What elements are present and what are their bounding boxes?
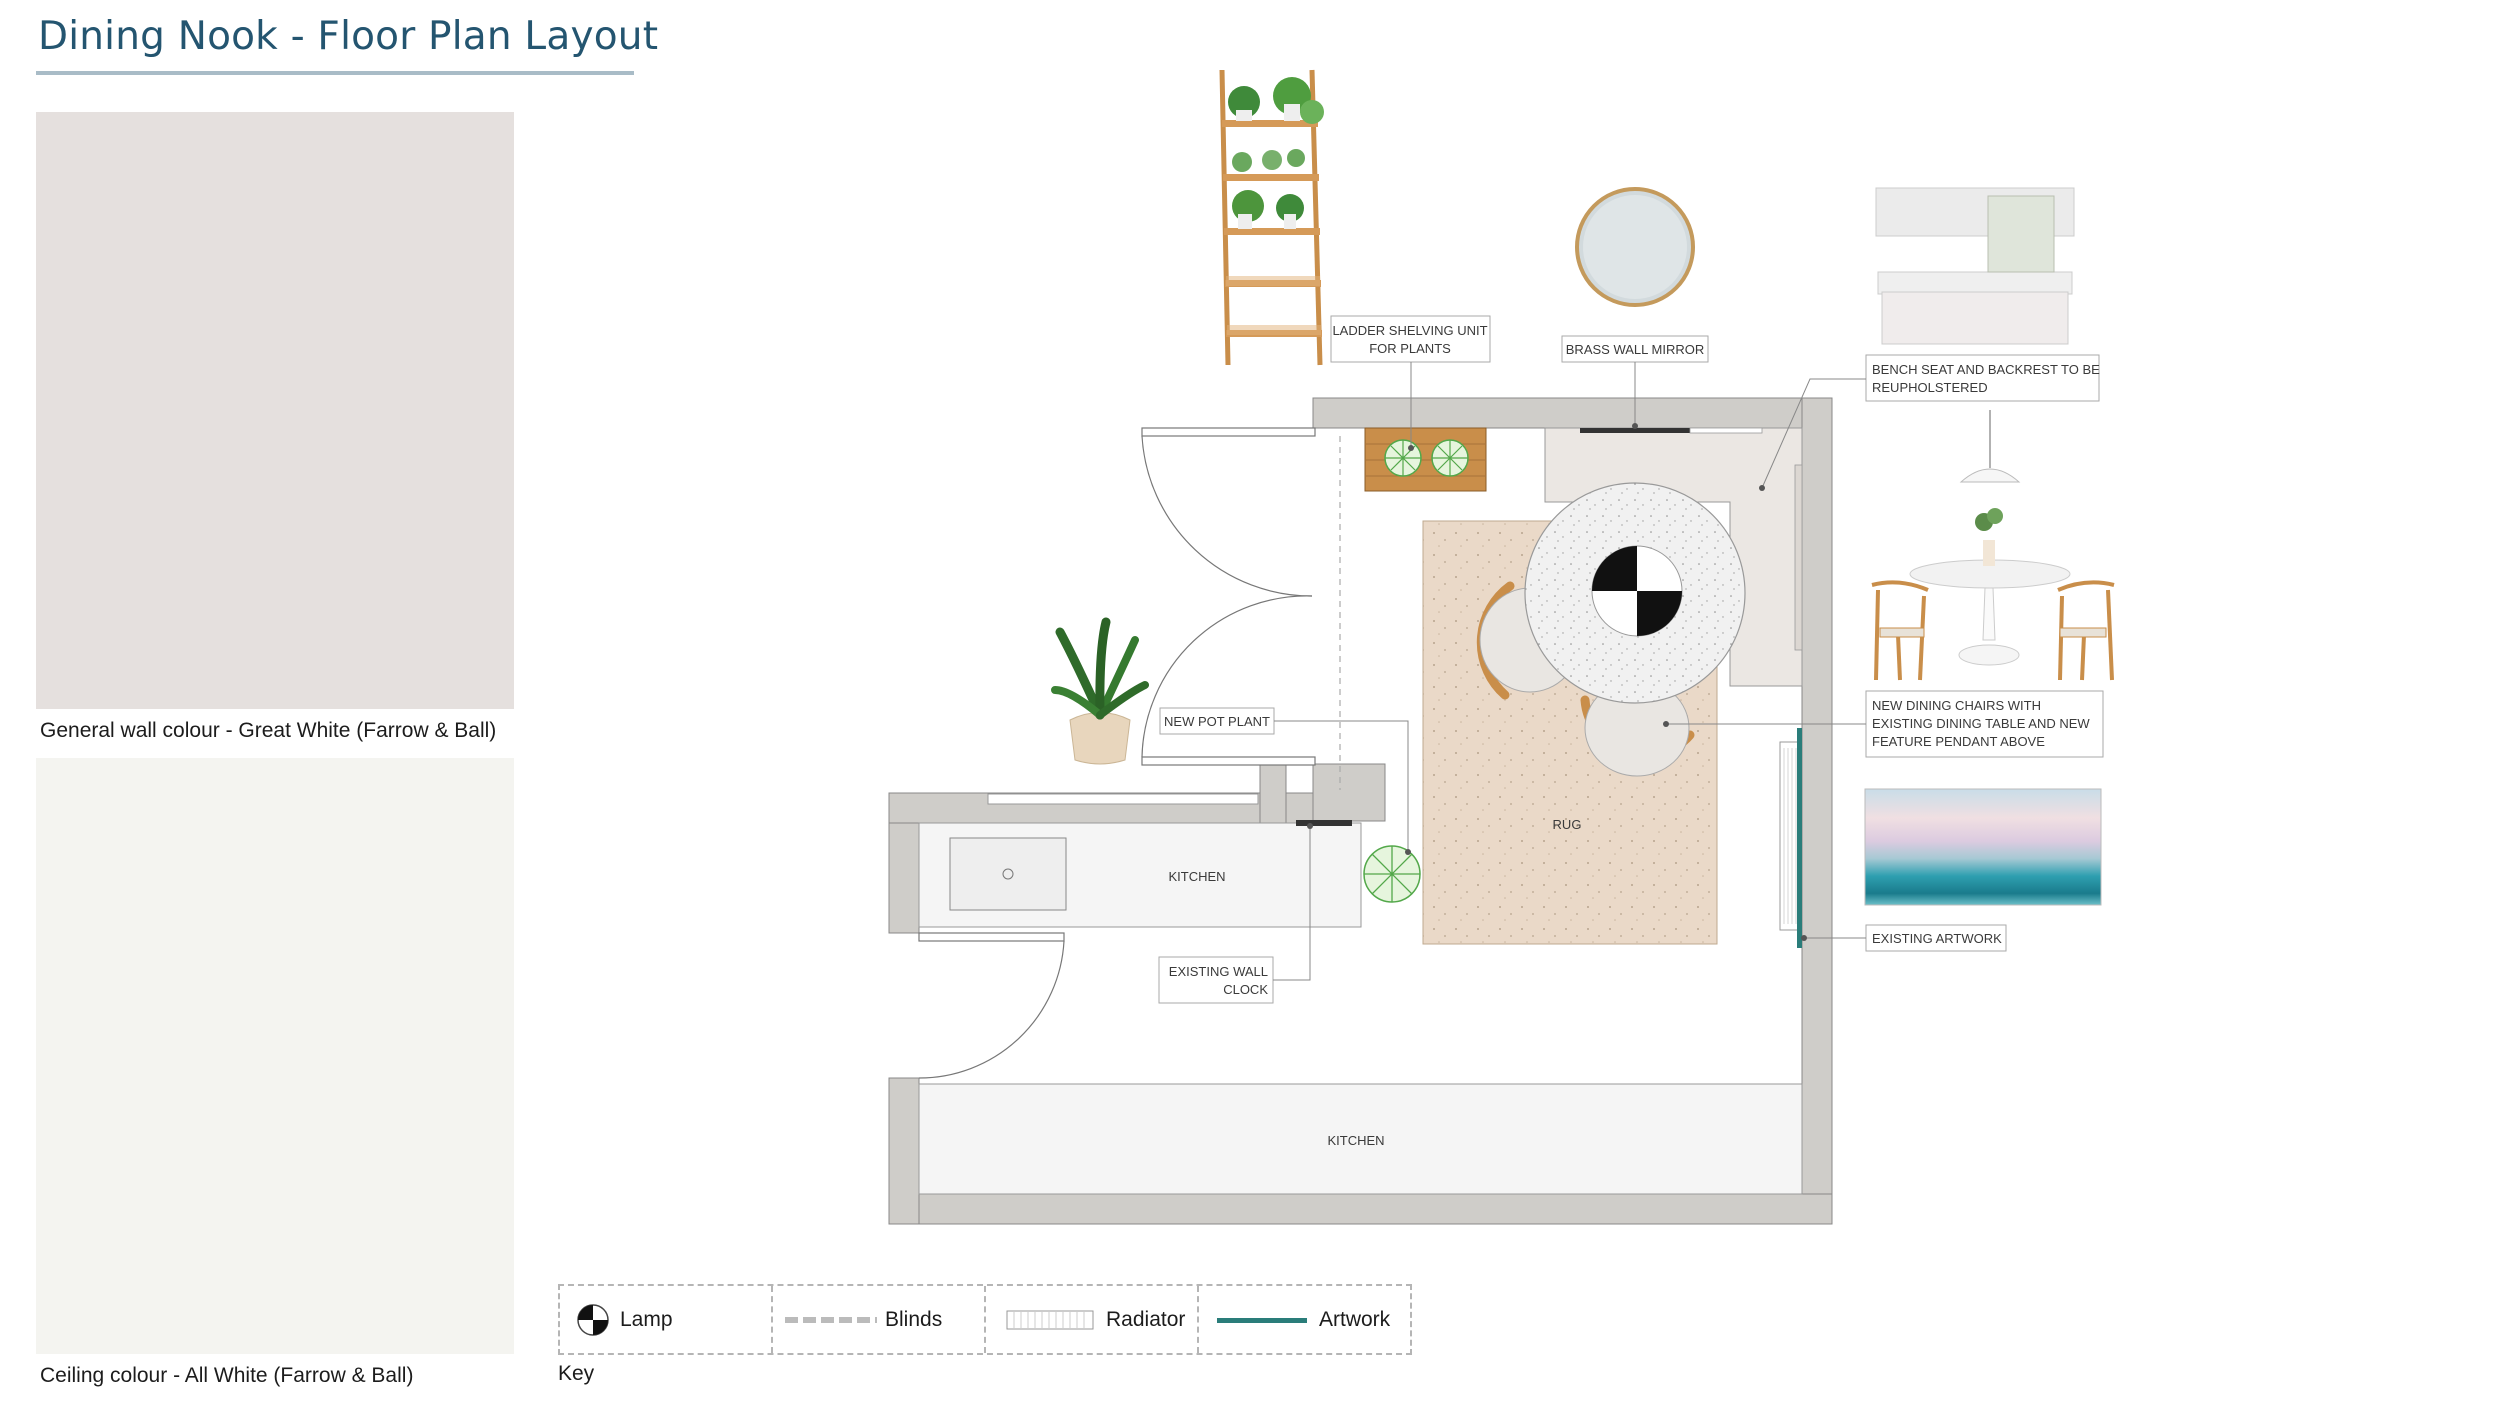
pendant-lamp-symbol [1591, 545, 1683, 637]
legend-lamp: Lamp [560, 1286, 773, 1353]
artwork-line-icon [1217, 1317, 1307, 1323]
mirror-label: BRASS WALL MIRROR [1566, 342, 1704, 357]
artwork-image [1864, 788, 2102, 906]
bench-label-line2: REUPHOLSTERED [1872, 380, 1988, 395]
radiator-icon [1006, 1310, 1094, 1329]
bench-image [1875, 187, 2075, 345]
pot-plant-plan [1363, 845, 1421, 903]
ladder-label-line2: FOR PLANTS [1369, 341, 1451, 356]
legend-artwork: Artwork [1199, 1286, 1410, 1353]
kitchen-lower-label: KITCHEN [1327, 1133, 1384, 1148]
kitchen-counter-lower: KITCHEN [918, 1083, 1803, 1195]
ladder-label-line1: LADDER SHELVING UNIT [1332, 323, 1487, 338]
ceiling-colour-caption: Ceiling colour - All White (Farrow & Bal… [40, 1364, 414, 1387]
legend-radiator-label: Radiator [1106, 1307, 1186, 1331]
legend-blinds-label: Blinds [885, 1307, 943, 1331]
legend-lamp-label: Lamp [620, 1307, 673, 1331]
legend-artwork-label: Artwork [1319, 1307, 1391, 1331]
chairs-label-line3: FEATURE PENDANT ABOVE [1872, 734, 2045, 749]
pot-plant-image [1051, 617, 1149, 765]
floor-plan: KITCHEN KITCHEN RUG LADDER SHELVING UNIT… [888, 69, 2115, 1225]
bench-label-line1: BENCH SEAT AND BACKREST TO BE [1872, 362, 2100, 377]
legend-blinds: Blinds [773, 1286, 986, 1353]
double-doors [1141, 427, 1341, 790]
rug-label: RUG [1553, 817, 1582, 832]
dining-set-image [1871, 410, 2115, 681]
clock-label-line1: EXISTING WALL [1169, 964, 1268, 979]
kitchen-door [918, 932, 1065, 1079]
kitchen-upper-label: KITCHEN [1168, 869, 1225, 884]
chairs-label-line1: NEW DINING CHAIRS WITH [1872, 698, 2041, 713]
artwork-line [1797, 728, 1802, 948]
lamp-icon [577, 1303, 609, 1336]
legend-radiator: Radiator [986, 1286, 1199, 1353]
clock-label-line2: CLOCK [1223, 982, 1268, 997]
legend: Lamp Blinds Radiator Artwork [558, 1284, 1412, 1355]
pot-plant-label: NEW POT PLANT [1164, 714, 1270, 729]
chairs-label-line2: EXISTING DINING TABLE AND NEW [1872, 716, 2090, 731]
blinds-icon [785, 1316, 877, 1323]
legend-key-label: Key [558, 1362, 595, 1385]
artwork-label: EXISTING ARTWORK [1872, 931, 2002, 946]
ladder-shelf-image [1219, 69, 1324, 366]
brass-mirror-image [1575, 187, 1695, 307]
ladder-shelf-plan [1364, 427, 1487, 492]
